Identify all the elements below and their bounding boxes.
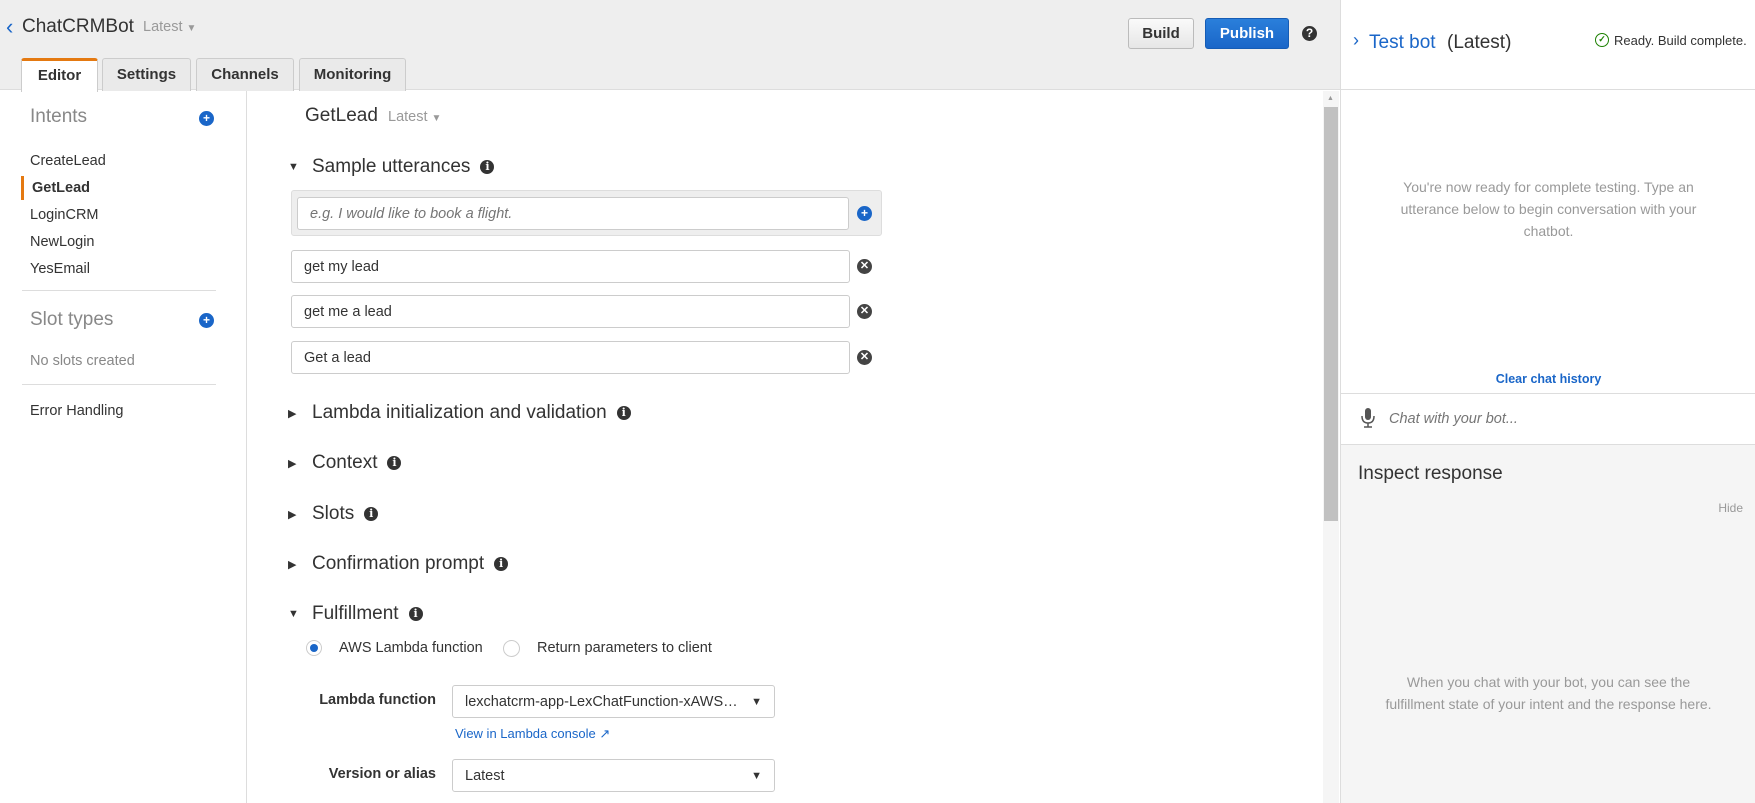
remove-utterance-icon[interactable]: ✕ (857, 259, 872, 274)
intent-version-label: Latest (388, 109, 428, 125)
help-icon[interactable]: ? (1302, 26, 1317, 41)
info-icon[interactable]: i (364, 507, 379, 521)
caret-right-icon: ▶ (288, 407, 297, 420)
scroll-up-icon[interactable]: ▲ (1327, 95, 1334, 102)
tab-monitoring[interactable]: Monitoring (299, 58, 406, 91)
radio-return-parameters[interactable] (503, 640, 520, 657)
lambda-function-value: lexchatcrm-app-LexChatFunction-xAWS… (465, 693, 738, 710)
test-bot-header: › Test bot (Latest) ✓ Ready. Build compl… (1341, 0, 1755, 90)
section-title: Fulfillment (312, 603, 399, 624)
section-lambda-init[interactable]: ▶ Lambda initialization and validation i (288, 402, 631, 424)
sidebar-item-getlead[interactable]: GetLead (32, 180, 90, 196)
external-link-icon: ↗ (599, 726, 611, 741)
info-icon[interactable]: i (408, 607, 423, 621)
caret-down-icon: ▼ (431, 113, 442, 124)
scrollbar[interactable]: ▲ (1323, 91, 1339, 803)
slot-types-title: Slot types (30, 309, 114, 330)
test-bot-title[interactable]: Test bot (1369, 32, 1436, 54)
bot-version-label: Latest (143, 19, 183, 35)
version-alias-value: Latest (465, 767, 505, 784)
build-status: Ready. Build complete. (1614, 33, 1747, 48)
utterance-input[interactable]: get me a lead (291, 295, 850, 328)
version-alias-select[interactable]: Latest ▼ (452, 759, 775, 792)
utterance-input[interactable]: get my lead (291, 250, 850, 283)
divider (22, 290, 216, 291)
intent-version-dropdown[interactable]: Latest ▼ (388, 109, 441, 125)
link-label: View in Lambda console (455, 726, 596, 741)
inspect-message: When you chat with your bot, you can see… (1385, 674, 1712, 712)
caret-down-icon: ▼ (751, 695, 762, 708)
scrollbar-thumb[interactable] (1324, 107, 1338, 521)
chat-input[interactable] (1389, 405, 1739, 433)
caret-right-icon: ▶ (288, 558, 297, 571)
ready-message: You're now ready for complete testing. T… (1400, 179, 1697, 239)
expand-chevron-icon[interactable]: › (1353, 30, 1359, 51)
bot-name: ChatCRMBot (22, 16, 134, 37)
caret-right-icon: ▶ (288, 457, 297, 470)
info-icon[interactable]: i (480, 160, 495, 174)
active-indicator (21, 176, 24, 200)
add-utterance-icon[interactable]: + (857, 206, 872, 221)
tab-channels[interactable]: Channels (196, 58, 294, 91)
back-chevron-icon[interactable]: ‹ (6, 14, 13, 40)
inspect-response-panel: Inspect response Hide When you chat with… (1341, 444, 1755, 803)
divider (22, 384, 216, 385)
version-alias-label: Version or alias (328, 766, 436, 782)
section-title: Lambda initialization and validation (312, 402, 607, 423)
no-slots-text: No slots created (30, 353, 135, 369)
section-title: Confirmation prompt (312, 553, 485, 574)
info-icon[interactable]: i (387, 456, 402, 470)
info-icon[interactable]: i (494, 557, 509, 571)
sidebar-item-createlead[interactable]: CreateLead (30, 153, 106, 169)
divider (1341, 393, 1755, 394)
caret-down-icon: ▼ (288, 161, 299, 173)
view-lambda-console-link[interactable]: View in Lambda console ↗ (455, 726, 610, 742)
remove-utterance-icon[interactable]: ✕ (857, 304, 872, 319)
inspect-response-title: Inspect response (1358, 463, 1503, 484)
publish-button[interactable]: Publish (1205, 18, 1289, 49)
sidebar-item-logincrm[interactable]: LoginCRM (30, 207, 99, 223)
clear-chat-history-link[interactable]: Clear chat history (1341, 372, 1755, 386)
new-utterance-input[interactable] (297, 197, 849, 230)
lambda-function-select[interactable]: lexchatcrm-app-LexChatFunction-xAWS… ▼ (452, 685, 775, 718)
sidebar-item-error-handling[interactable]: Error Handling (30, 403, 124, 419)
section-confirmation-prompt[interactable]: ▶ Confirmation prompt i (288, 553, 509, 575)
bot-version-dropdown[interactable]: Latest ▼ (143, 19, 196, 35)
caret-down-icon: ▼ (751, 769, 762, 782)
check-circle-icon: ✓ (1595, 33, 1609, 47)
intents-title: Intents (30, 106, 88, 127)
add-slot-type-icon[interactable]: + (199, 313, 214, 328)
section-sample-utterances[interactable]: ▼ Sample utterances i (288, 156, 495, 178)
info-icon[interactable]: i (616, 406, 631, 420)
sidebar-item-newlogin[interactable]: NewLogin (30, 234, 95, 250)
section-slots[interactable]: ▶ Slots i (288, 503, 379, 525)
build-button[interactable]: Build (1128, 18, 1194, 49)
header: ‹ ChatCRMBot Latest ▼ Editor Settings Ch… (0, 0, 1340, 92)
intent-name: GetLead (305, 105, 378, 126)
caret-right-icon: ▶ (288, 508, 297, 521)
add-intent-icon[interactable]: + (199, 111, 214, 126)
test-bot-panel: › Test bot (Latest) ✓ Ready. Build compl… (1340, 0, 1755, 803)
section-title: Sample utterances (312, 156, 471, 177)
hide-link[interactable]: Hide (1718, 501, 1743, 515)
caret-down-icon: ▼ (288, 608, 299, 620)
lambda-function-label: Lambda function (319, 692, 436, 708)
tab-settings[interactable]: Settings (102, 58, 191, 91)
radio-return-parameters-label[interactable]: Return parameters to client (537, 640, 712, 656)
sidebar: Intents + CreateLead GetLead LoginCRM Ne… (0, 91, 247, 803)
radio-aws-lambda-label[interactable]: AWS Lambda function (339, 640, 483, 656)
utterance-input[interactable]: Get a lead (291, 341, 850, 374)
radio-aws-lambda[interactable] (306, 640, 322, 656)
tab-editor[interactable]: Editor (21, 58, 98, 92)
section-fulfillment[interactable]: ▼ Fulfillment i (288, 603, 423, 625)
section-title: Context (312, 452, 378, 473)
section-context[interactable]: ▶ Context i (288, 452, 402, 474)
section-title: Slots (312, 503, 355, 524)
test-bot-version: (Latest) (1447, 32, 1512, 53)
microphone-icon[interactable] (1361, 408, 1375, 428)
caret-down-icon: ▼ (186, 23, 197, 34)
remove-utterance-icon[interactable]: ✕ (857, 350, 872, 365)
sidebar-item-yesemail[interactable]: YesEmail (30, 261, 90, 277)
